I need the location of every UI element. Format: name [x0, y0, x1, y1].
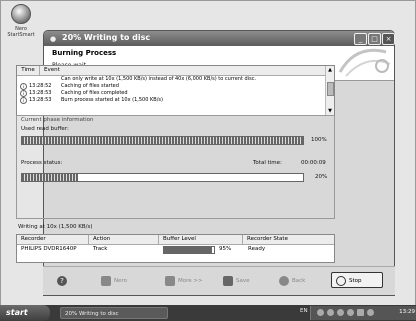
- scroll-thumb[interactable]: [327, 82, 334, 96]
- log-row-text: Caching of files started: [61, 83, 119, 89]
- back-icon: [279, 275, 289, 286]
- phase-info-group: Current phase information Used read buff…: [16, 115, 335, 219]
- event-log[interactable]: Time Event Can only write at 10x (1,500 …: [16, 65, 335, 116]
- recorder-buffer-bar: [163, 246, 215, 254]
- tray-icon[interactable]: [317, 309, 324, 316]
- taskbar: start 20% Writing to disc EN 13:29: [0, 305, 416, 321]
- recorder-col-buffer[interactable]: Buffer Level: [159, 235, 243, 244]
- back-button-label: Back: [292, 278, 306, 284]
- recorder-action: Track: [93, 246, 108, 252]
- save-button[interactable]: Save: [223, 275, 250, 287]
- log-scrollbar[interactable]: ▲ ▼: [325, 66, 334, 115]
- log-row: i 13:28:52 Caching of files started: [17, 83, 334, 90]
- start-label: start: [6, 308, 28, 317]
- stop-button-label: Stop: [349, 278, 362, 284]
- recorder-col-state[interactable]: Recorder State: [243, 235, 334, 244]
- more-button[interactable]: More >>: [165, 275, 203, 287]
- process-status-label: Process status:: [21, 160, 63, 166]
- save-icon: [223, 275, 233, 286]
- tray-icon[interactable]: [337, 309, 344, 316]
- process-status-fill: [22, 174, 79, 181]
- window-title: 20% Writing to disc: [62, 33, 151, 42]
- recorder-col-action[interactable]: Action: [89, 235, 159, 244]
- tray-icon[interactable]: [357, 309, 364, 316]
- nero-button[interactable]: Nero: [101, 275, 127, 287]
- info-icon: i: [20, 90, 27, 97]
- system-tray: 13:29: [310, 306, 416, 320]
- recorder-row[interactable]: PHILIPS DVDR1640P Track 95% Ready: [17, 245, 334, 254]
- back-button[interactable]: Back: [279, 275, 305, 287]
- recorder-buffer-value: 95%: [219, 246, 232, 252]
- nero-icon: [101, 275, 111, 286]
- process-status-bar: [21, 173, 304, 182]
- taskbar-item-label: 20% Writing to disc: [65, 311, 119, 317]
- tray-icon[interactable]: [327, 309, 334, 316]
- log-col-event[interactable]: Event: [40, 66, 60, 75]
- buffer-percent: 100%: [311, 137, 327, 143]
- taskbar-item-burn[interactable]: 20% Writing to disc: [60, 307, 168, 319]
- start-button[interactable]: start: [0, 305, 50, 321]
- log-row-text: Burn process started at 10x (1,500 KB/s): [61, 97, 163, 103]
- buffer-label: Used read buffer:: [21, 126, 69, 132]
- stop-button[interactable]: Stop: [331, 272, 383, 288]
- log-row-time: 13:28:53: [29, 97, 52, 103]
- read-buffer-bar: [21, 136, 304, 145]
- nero-startsmart-icon: [11, 4, 31, 24]
- save-button-label: Save: [236, 278, 250, 284]
- recorder-buffer-fill: [164, 247, 212, 253]
- log-row-text: Caching of files completed: [61, 90, 128, 96]
- nero-logo-icon: [338, 48, 391, 77]
- write-speed-text: Writing at 10x (1,500 KB/s): [18, 224, 93, 230]
- page-title: Burning Process: [52, 49, 117, 57]
- window-icon: ●: [50, 35, 57, 43]
- nero-button-label: Nero: [114, 278, 128, 284]
- log-row: Can only write at 10x (1,500 KB/s) inste…: [17, 76, 334, 83]
- phase-group-label: Current phase information: [21, 117, 94, 123]
- help-icon: ?: [57, 275, 67, 286]
- help-button[interactable]: ?: [57, 275, 70, 287]
- log-row: i 13:28:53 Caching of files completed: [17, 90, 334, 97]
- recorder-header: Recorder Action Buffer Level Recorder St…: [17, 235, 334, 245]
- read-buffer-fill: [22, 137, 303, 144]
- footer-bar: ? Nero More >> Save Back Stop: [43, 266, 395, 295]
- log-row-text: Can only write at 10x (1,500 KB/s) inste…: [61, 76, 257, 82]
- scroll-down-icon[interactable]: ▼: [326, 108, 334, 114]
- recorder-name: PHILIPS DVDR1640P: [21, 246, 77, 252]
- recorder-col-recorder[interactable]: Recorder: [17, 235, 89, 244]
- scroll-up-icon[interactable]: ▲: [326, 67, 334, 73]
- total-time-label: Total time:: [253, 160, 282, 166]
- log-col-time[interactable]: Time: [17, 66, 40, 75]
- desktop-icon-nero[interactable]: Nero StartSmart: [5, 4, 37, 38]
- more-button-label: More >>: [178, 278, 203, 284]
- log-row-time: 13:28:52: [29, 83, 52, 89]
- log-header: Time Event: [17, 66, 334, 76]
- clock[interactable]: 13:29: [399, 309, 415, 315]
- log-row-time: 13:28:53: [29, 90, 52, 96]
- stop-icon: [336, 275, 346, 286]
- language-indicator[interactable]: EN: [300, 308, 308, 314]
- total-time-value: 00:00:09: [301, 160, 326, 166]
- status-percent: 20%: [315, 174, 328, 180]
- tray-icon[interactable]: [347, 309, 354, 316]
- more-icon: [165, 275, 175, 286]
- info-icon: i: [20, 97, 27, 104]
- log-row: i 13:28:53 Burn process started at 10x (…: [17, 97, 334, 104]
- info-icon: i: [20, 83, 27, 90]
- recorder-table: Recorder Action Buffer Level Recorder St…: [16, 234, 335, 263]
- desktop-icon-label: Nero StartSmart: [7, 26, 35, 38]
- tray-icon[interactable]: [367, 309, 374, 316]
- recorder-state: Ready: [248, 246, 266, 252]
